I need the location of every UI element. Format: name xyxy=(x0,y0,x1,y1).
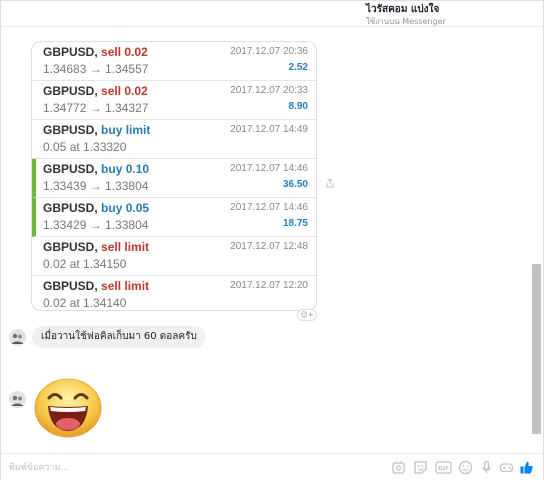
microphone-icon[interactable] xyxy=(479,460,494,475)
trade-pair: GBPUSD, xyxy=(43,240,98,254)
trade-title: GBPUSD, buy 0.10 xyxy=(43,162,149,176)
gif-icon[interactable]: GIF xyxy=(435,460,452,475)
trade-pair: GBPUSD, xyxy=(43,84,98,98)
message-input[interactable] xyxy=(9,460,189,476)
trade-title: GBPUSD, buy 0.05 xyxy=(43,201,149,215)
trade-profit: 8.90 xyxy=(288,101,308,112)
sticker-icon[interactable] xyxy=(391,460,406,475)
trade-row: GBPUSD, buy 0.05 1.33429 → 1.33804 2017.… xyxy=(32,198,316,237)
trade-row: GBPUSD, sell limit 0.02 at 1.34150 2017.… xyxy=(32,237,316,276)
trade-action: buy 0.10 xyxy=(101,162,150,176)
thumbs-up-icon[interactable] xyxy=(519,460,534,475)
trade-row: GBPUSD, buy limit 0.05 at 1.33320 2017.1… xyxy=(32,120,316,159)
message-bubble[interactable]: เมื่อวานใช้ฟอคิลเก็บมา 60 ดอลครับ xyxy=(32,326,206,348)
trade-time: 2017.12.07 14:49 xyxy=(230,124,308,135)
trade-pair: GBPUSD, xyxy=(43,162,98,176)
trade-detail: 0.02 at 1.34140 xyxy=(43,296,127,310)
share-icon[interactable] xyxy=(325,178,335,188)
avatar[interactable] xyxy=(9,329,26,346)
contact-status: ใช้งานบน Messenger xyxy=(366,17,446,26)
scrollbar[interactable] xyxy=(532,29,541,453)
shared-trades-card[interactable]: GBPUSD, sell 0.02 1.34683 → 1.34557 2017… xyxy=(31,41,317,311)
trade-action: sell 0.02 xyxy=(101,45,148,59)
trade-detail: 0.02 at 1.34150 xyxy=(43,257,127,271)
trade-detail: 1.33429 → 1.33804 xyxy=(43,218,149,232)
trade-profit: 36.50 xyxy=(282,179,308,190)
trade-row: GBPUSD, sell limit 0.02 at 1.34140 2017.… xyxy=(32,276,316,310)
avatar[interactable] xyxy=(9,391,26,408)
trade-title: GBPUSD, sell 0.02 xyxy=(43,45,148,59)
trade-pair: GBPUSD, xyxy=(43,45,98,59)
svg-text:GIF: GIF xyxy=(438,466,449,473)
trade-row: GBPUSD, sell 0.02 1.34683 → 1.34557 2017… xyxy=(32,42,316,81)
trade-time: 2017.12.07 14:46 xyxy=(230,163,308,174)
add-reaction-icon[interactable]: ☺+ xyxy=(297,309,317,321)
trade-pair: GBPUSD, xyxy=(43,201,98,215)
game-icon[interactable] xyxy=(499,460,514,475)
smiley-sticker-icon[interactable] xyxy=(413,460,428,475)
trade-profit: 2.52 xyxy=(288,62,308,73)
trade-action: buy 0.05 xyxy=(101,201,150,215)
trade-detail: 0.05 at 1.33320 xyxy=(43,140,127,154)
chat-window: ไวรัสคอม แบ่งใจ ใช้งานบน Messenger GBPUS… xyxy=(0,0,544,480)
trade-action: sell limit xyxy=(101,279,150,293)
trade-detail: 1.34772 → 1.34327 xyxy=(43,101,149,115)
trade-action: buy limit xyxy=(101,123,151,137)
trade-time: 2017.12.07 20:36 xyxy=(230,46,308,57)
trade-title: GBPUSD, sell limit xyxy=(43,279,149,293)
trade-title: GBPUSD, sell limit xyxy=(43,240,149,254)
trade-pair: GBPUSD, xyxy=(43,123,98,137)
trade-row: GBPUSD, sell 0.02 1.34772 → 1.34327 2017… xyxy=(32,81,316,120)
trade-time: 2017.12.07 20:33 xyxy=(230,85,308,96)
trade-detail: 1.34683 → 1.34557 xyxy=(43,62,149,76)
trade-time: 2017.12.07 12:20 xyxy=(230,280,308,291)
composer: GIF xyxy=(1,453,543,480)
trade-row: GBPUSD, buy 0.10 1.33439 → 1.33804 2017.… xyxy=(32,159,316,198)
trade-profit: 18.75 xyxy=(282,218,308,229)
chat-header: ไวรัสคอม แบ่งใจ ใช้งานบน Messenger xyxy=(1,1,543,27)
trade-title: GBPUSD, buy limit xyxy=(43,123,150,137)
scrollbar-thumb[interactable] xyxy=(532,264,541,434)
trade-pair: GBPUSD, xyxy=(43,279,98,293)
trade-detail: 1.33439 → 1.33804 xyxy=(43,179,149,193)
laughing-sticker-icon[interactable] xyxy=(34,378,102,438)
trade-title: GBPUSD, sell 0.02 xyxy=(43,84,148,98)
emoji-icon[interactable] xyxy=(458,460,473,475)
trade-time: 2017.12.07 14:46 xyxy=(230,202,308,213)
trade-action: sell limit xyxy=(101,240,150,254)
trade-time: 2017.12.07 12:48 xyxy=(230,241,308,252)
trade-action: sell 0.02 xyxy=(101,84,148,98)
